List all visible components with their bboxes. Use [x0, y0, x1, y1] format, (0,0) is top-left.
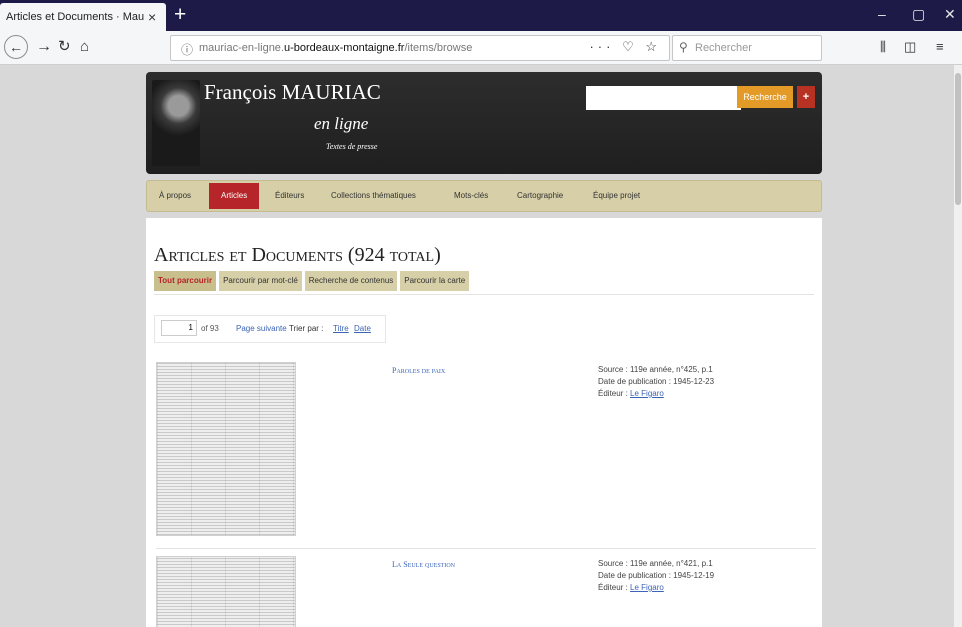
editor-label: Éditeur :: [598, 583, 628, 592]
editor-label: Éditeur :: [598, 389, 628, 398]
site-title[interactable]: François MAURIAC: [204, 80, 381, 105]
new-tab-button[interactable]: +: [174, 2, 186, 28]
browser-tab[interactable]: Articles et Documents · Mauriac en ×: [0, 3, 166, 31]
menu-item-about[interactable]: À propos: [159, 181, 191, 211]
page-scrollbar[interactable]: [954, 65, 962, 627]
page-count: of 93: [201, 324, 219, 333]
article-metadata: Source : 119e année, n°425, p.1 Date de …: [598, 364, 714, 400]
browser-navbar: ← → ↻ ⌂ ⓘ mauriac-en-ligne.u-bordeaux-mo…: [0, 31, 962, 65]
next-page-link[interactable]: Page suivante: [236, 324, 287, 333]
page-number-input[interactable]: 1: [161, 320, 197, 336]
page-actions-icons[interactable]: ··· ♡ ☆: [589, 39, 661, 55]
list-item: La Seule question Source : 119e année, n…: [156, 556, 816, 627]
scrollbar-thumb[interactable]: [955, 73, 961, 205]
site-header: François MAURIAC en ligne Textes de pres…: [146, 72, 822, 174]
menu-item-collections[interactable]: Collections thématiques: [331, 181, 416, 211]
list-item: Paroles de paix Source : 119e année, n°4…: [156, 362, 816, 542]
subnav-browse-all[interactable]: Tout parcourir: [154, 271, 217, 291]
editor-link[interactable]: Le Figaro: [630, 583, 664, 592]
browser-tab-bar: Articles et Documents · Mauriac en × + –…: [0, 0, 962, 31]
article-thumbnail[interactable]: [156, 362, 296, 536]
editor-link[interactable]: Le Figaro: [630, 389, 664, 398]
tab-title: Articles et Documents · Mauriac en: [6, 11, 144, 23]
close-window-icon[interactable]: ✕: [944, 6, 956, 23]
url-path: /items/browse: [404, 42, 473, 54]
menu-item-map[interactable]: Cartographie: [517, 181, 563, 211]
menu-item-keywords[interactable]: Mots-clés: [454, 181, 488, 211]
site-search-input[interactable]: [586, 86, 741, 110]
page-title: Articles et Documents (924 total): [154, 244, 441, 266]
sidebar-icon[interactable]: ◫: [904, 39, 916, 55]
article-editor: Éditeur : Le Figaro: [598, 388, 714, 400]
browser-search-box[interactable]: ⚲ Rechercher: [672, 35, 822, 61]
pagination: 1 of 93 Page suivante Trier par : Titre …: [154, 315, 386, 343]
sort-by-title-link[interactable]: Titre: [333, 324, 349, 333]
article-source: Source : 119e année, n°421, p.1: [598, 559, 713, 568]
sort-label: Trier par :: [289, 324, 324, 333]
menu-item-articles[interactable]: Articles: [209, 183, 260, 209]
article-source: Source : 119e année, n°425, p.1: [598, 365, 713, 374]
article-title-link[interactable]: Paroles de paix: [392, 366, 445, 375]
browser-search-placeholder: Rechercher: [695, 42, 752, 54]
library-icon[interactable]: ⫼: [880, 39, 886, 55]
article-date: Date de publication : 1945-12-23: [598, 377, 715, 386]
subnav-browse-keyword[interactable]: Parcourir par mot-clé: [219, 271, 302, 291]
reload-icon[interactable]: ↻: [58, 35, 71, 59]
subnav-content-search[interactable]: Recherche de contenus: [304, 271, 398, 291]
article-title-link[interactable]: La Seule question: [392, 560, 455, 569]
url-domain: u-bordeaux-montaigne.fr: [283, 42, 405, 54]
site-info-icon[interactable]: ⓘ: [181, 41, 193, 58]
article-date: Date de publication : 1945-12-19: [598, 571, 715, 580]
url-text: mauriac-en-ligne.u-bordeaux-montaigne.fr…: [199, 42, 472, 54]
menu-item-editors[interactable]: Éditeurs: [275, 181, 304, 211]
close-tab-icon[interactable]: ×: [148, 10, 156, 24]
advanced-search-button[interactable]: +: [797, 86, 815, 108]
search-icon: ⚲: [679, 40, 688, 54]
restore-icon[interactable]: ▢: [912, 6, 925, 23]
menu-item-team[interactable]: Équipe projet: [593, 181, 640, 211]
author-portrait[interactable]: [152, 80, 200, 166]
main-menu: À propos Articles Éditeurs Collections t…: [146, 180, 822, 212]
article-editor: Éditeur : Le Figaro: [598, 582, 714, 594]
url-prefix: mauriac-en-ligne.: [199, 42, 284, 54]
article-thumbnail[interactable]: [156, 556, 296, 627]
forward-arrow-icon[interactable]: →: [36, 35, 52, 59]
address-bar[interactable]: ⓘ mauriac-en-ligne.u-bordeaux-montaigne.…: [170, 35, 670, 61]
home-icon[interactable]: ⌂: [80, 35, 89, 59]
divider: [156, 548, 816, 549]
browse-subnav: Tout parcourir Parcourir par mot-clé Rec…: [154, 271, 470, 291]
article-metadata: Source : 119e année, n°421, p.1 Date de …: [598, 558, 714, 594]
divider: [154, 294, 814, 295]
site-search-button[interactable]: Recherche: [737, 86, 793, 108]
main-content: Articles et Documents (924 total) Tout p…: [146, 218, 822, 627]
subnav-browse-map[interactable]: Parcourir la carte: [400, 271, 470, 291]
sort-by-date-link[interactable]: Date: [354, 324, 371, 333]
menu-icon[interactable]: ≡: [936, 39, 944, 54]
site-tagline: Textes de presse: [326, 142, 378, 151]
minimize-icon[interactable]: –: [878, 6, 886, 22]
back-arrow-icon[interactable]: ←: [4, 35, 28, 59]
site-subtitle: en ligne: [314, 114, 369, 133]
